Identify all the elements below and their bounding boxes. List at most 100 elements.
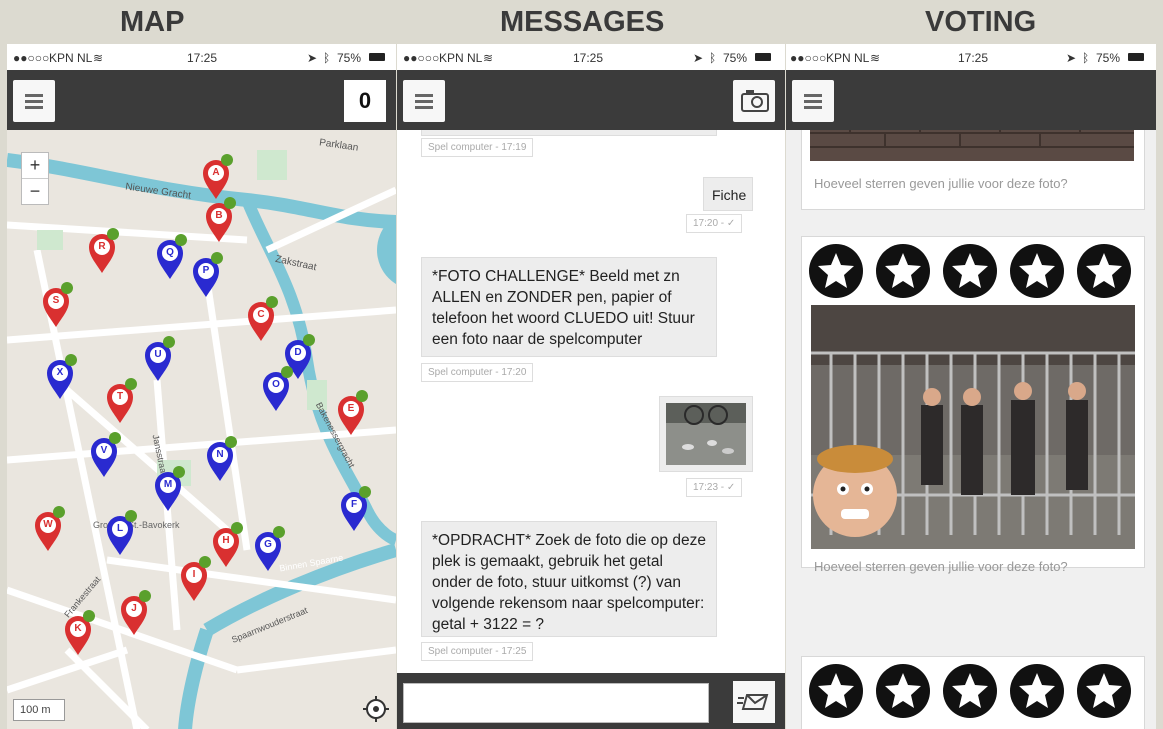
- map-marker-label: Q: [166, 247, 174, 258]
- message-meta: Spel computer - 17:19: [421, 138, 534, 157]
- zoom-control: + −: [21, 152, 49, 205]
- visited-indicator: [273, 526, 285, 538]
- messages-screen: ●●○○○ KPN NL ≋ 17:25 ➤ ᛒ 75% Spel comput…: [397, 44, 785, 729]
- visited-indicator: [281, 366, 293, 378]
- visited-indicator: [109, 432, 121, 444]
- visited-indicator: [125, 378, 137, 390]
- map-marker-label: T: [116, 391, 124, 402]
- status-bar: ●●○○○ KPN NL ≋ 17:25 ➤ ᛒ 75%: [7, 44, 396, 70]
- map-marker-c[interactable]: C: [246, 296, 278, 342]
- map-marker-x[interactable]: X: [45, 354, 77, 400]
- map-view[interactable]: Parklaan Nieuwe Gracht Zakstraat Bakenes…: [7, 130, 396, 729]
- visited-indicator: [231, 522, 243, 534]
- map-marker-label: D: [294, 347, 302, 358]
- map-marker-b[interactable]: B: [204, 197, 236, 243]
- location-icon: ➤: [1066, 51, 1077, 65]
- map-marker-j[interactable]: J: [119, 590, 151, 636]
- map-marker-label: C: [257, 309, 265, 320]
- visited-indicator: [125, 510, 137, 522]
- visited-indicator: [359, 486, 371, 498]
- menu-icon: [415, 94, 433, 97]
- map-marker-g[interactable]: G: [253, 526, 285, 572]
- map-marker-s[interactable]: S: [41, 282, 73, 328]
- vote-photo: [811, 305, 1135, 549]
- signal-icon: ●●○○○: [403, 51, 440, 65]
- map-marker-i[interactable]: I: [179, 556, 211, 602]
- map-marker-label: B: [215, 210, 223, 221]
- star-4-icon[interactable]: [1009, 243, 1065, 299]
- map-marker-u[interactable]: U: [143, 336, 175, 382]
- visited-indicator: [266, 296, 278, 308]
- map-marker-label: J: [131, 603, 137, 614]
- zoom-out-button[interactable]: −: [22, 178, 48, 204]
- map-marker-label: V: [100, 445, 108, 456]
- star-2-icon[interactable]: [875, 663, 931, 719]
- star-4-icon[interactable]: [1009, 663, 1065, 719]
- sent-photo-bubble: [659, 396, 753, 472]
- zoom-in-button[interactable]: +: [22, 153, 48, 178]
- visited-indicator: [173, 466, 185, 478]
- map-marker-t[interactable]: T: [105, 378, 137, 424]
- map-marker-label: O: [272, 379, 280, 390]
- star-2-icon[interactable]: [875, 243, 931, 299]
- status-bar: ●●○○○ KPN NL ≋ 17:25 ➤ ᛒ 75%: [397, 44, 785, 70]
- vote-card: [801, 656, 1145, 729]
- carrier-label: KPN NL: [826, 51, 870, 65]
- menu-icon-line: [415, 100, 433, 103]
- map-marker-label: K: [74, 623, 82, 634]
- map-marker-m[interactable]: M: [153, 466, 185, 512]
- app-bar: 0: [7, 70, 396, 130]
- battery-label: 75%: [1096, 51, 1121, 65]
- visited-indicator: [175, 234, 187, 246]
- menu-icon-line: [25, 100, 43, 103]
- map-marker-r[interactable]: R: [87, 228, 119, 274]
- map-marker-a[interactable]: A: [201, 154, 233, 200]
- menu-button[interactable]: [792, 80, 834, 122]
- map-marker-p[interactable]: P: [191, 252, 223, 298]
- voting-screen: ●●○○○ KPN NL ≋ 17:25 ➤ ᛒ 75% Hoeveel ste…: [786, 44, 1156, 729]
- map-marker-f[interactable]: F: [339, 486, 371, 532]
- map-marker-o[interactable]: O: [261, 366, 293, 412]
- battery-icon: [369, 53, 385, 61]
- star-rating[interactable]: [806, 661, 1140, 721]
- message-input[interactable]: [403, 683, 709, 723]
- voting-feed[interactable]: Hoeveel sterren geven jullie voor deze f…: [786, 130, 1156, 729]
- locate-me-button[interactable]: [362, 695, 390, 723]
- map-marker-label: E: [347, 403, 355, 414]
- carrier-label: KPN NL: [49, 51, 93, 65]
- menu-button[interactable]: [13, 80, 55, 122]
- menu-icon-line: [804, 100, 822, 103]
- star-3-icon[interactable]: [942, 663, 998, 719]
- map-marker-v[interactable]: V: [89, 432, 121, 478]
- time-label: 17:25: [187, 51, 218, 65]
- map-marker-w[interactable]: W: [33, 506, 65, 552]
- battery-icon: [1128, 53, 1144, 61]
- map-marker-q[interactable]: Q: [155, 234, 187, 280]
- star-3-icon[interactable]: [942, 243, 998, 299]
- camera-icon: [741, 90, 769, 112]
- vote-photo: [810, 130, 1134, 161]
- star-5-icon[interactable]: [1076, 243, 1132, 299]
- message-list[interactable]: Spel computer - 17:19 Fiche 17:20 - ✓ *F…: [397, 130, 785, 673]
- map-marker-n[interactable]: N: [205, 436, 237, 482]
- map-marker-label: R: [98, 241, 106, 252]
- star-rating[interactable]: [806, 241, 1140, 301]
- bluetooth-icon: ᛒ: [709, 51, 717, 65]
- visited-indicator: [163, 336, 175, 348]
- visited-indicator: [225, 436, 237, 448]
- map-marker-e[interactable]: E: [336, 390, 368, 436]
- map-marker-h[interactable]: H: [211, 522, 243, 568]
- menu-button[interactable]: [403, 80, 445, 122]
- map-marker-k[interactable]: K: [63, 610, 95, 656]
- visited-indicator: [107, 228, 119, 240]
- vote-card: Hoeveel sterren geven jullie voor deze f…: [801, 236, 1145, 574]
- camera-button[interactable]: [733, 80, 775, 122]
- star-5-icon[interactable]: [1076, 663, 1132, 719]
- map-marker-label: S: [52, 295, 60, 306]
- message-meta: Spel computer - 17:20: [421, 363, 534, 382]
- star-1-icon[interactable]: [808, 243, 864, 299]
- star-1-icon[interactable]: [808, 663, 864, 719]
- send-button[interactable]: [733, 681, 775, 723]
- map-marker-l[interactable]: L: [105, 510, 137, 556]
- map-scale: 100 m: [13, 699, 65, 721]
